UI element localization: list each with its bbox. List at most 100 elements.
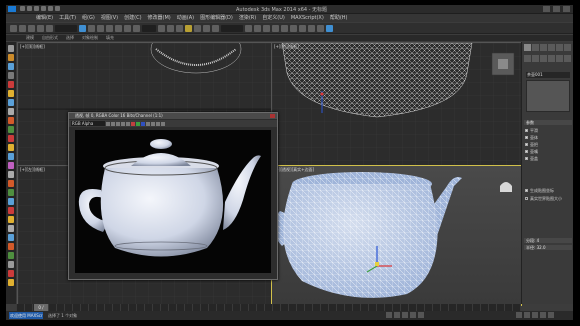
checkbox-handle[interactable]: 壶把 — [525, 142, 538, 147]
select-by-name-icon[interactable] — [88, 24, 95, 32]
menu-item-graph-editors[interactable]: 图形编辑器(D) — [200, 14, 233, 22]
tool-icon-21[interactable] — [8, 225, 14, 232]
open-file-icon[interactable] — [27, 6, 32, 11]
menu-item-edit[interactable]: 编辑(E) — [36, 14, 53, 22]
tool-icon-16[interactable] — [8, 180, 14, 187]
menu-item-create[interactable]: 创建(C) — [124, 14, 141, 22]
tool-icon-10[interactable] — [8, 126, 14, 133]
named-selection-icon[interactable] — [221, 24, 243, 32]
tool-icon-3[interactable] — [8, 63, 14, 70]
tool-icon-11[interactable] — [8, 135, 14, 142]
pivot-center-icon[interactable] — [158, 24, 165, 32]
tool-icon-6[interactable] — [8, 90, 14, 97]
ribbon-tab-selection[interactable]: 选择 — [66, 35, 74, 41]
spinner-snap-icon[interactable] — [212, 24, 219, 32]
display-correction-icon[interactable] — [161, 121, 165, 126]
segments-row[interactable]: 分段: 4 — [524, 238, 572, 243]
lights-icon[interactable] — [540, 55, 547, 62]
viewport-left-label[interactable]: [+][左][线框] — [20, 167, 45, 173]
tool-icon-19[interactable] — [8, 207, 14, 214]
save-image-icon[interactable] — [106, 121, 110, 126]
menu-item-animation[interactable]: 动画(A) — [177, 14, 194, 22]
curve-editor-icon[interactable] — [281, 24, 288, 32]
minimize-icon[interactable] — [543, 6, 550, 12]
schematic-view-icon[interactable] — [290, 24, 297, 32]
menu-item-modifiers[interactable]: 修改器(M) — [148, 14, 171, 22]
clone-window-icon[interactable] — [116, 121, 120, 126]
tool-icon-26[interactable] — [8, 270, 14, 277]
menu-item-views[interactable]: 视图(V) — [101, 14, 118, 22]
menu-item-help[interactable]: 帮助(H) — [330, 14, 348, 22]
layer-manager-icon[interactable] — [263, 24, 270, 32]
motion-tab-icon[interactable] — [548, 44, 555, 51]
radius-row[interactable]: 半径: 32.0 — [524, 245, 572, 250]
tool-icon-15[interactable] — [8, 171, 14, 178]
checkbox-body[interactable]: 壶体 — [525, 135, 538, 140]
shapes-icon[interactable] — [532, 55, 539, 62]
undo-tool-icon[interactable] — [10, 24, 17, 32]
app-logo-icon[interactable] — [8, 6, 16, 12]
checkbox-lid[interactable]: 壶盖 — [525, 156, 538, 161]
rectangular-selection-icon[interactable] — [97, 24, 104, 32]
rendered-frame-window-icon[interactable] — [317, 24, 324, 32]
tool-icon-8[interactable] — [8, 108, 14, 115]
percent-snap-icon[interactable] — [203, 24, 210, 32]
tool-icon-25[interactable] — [8, 261, 14, 268]
play-icon[interactable] — [402, 312, 408, 318]
prev-frame-icon[interactable] — [394, 312, 400, 318]
geometry-icon[interactable] — [524, 55, 531, 62]
params-rollout-header[interactable]: 参数 — [524, 120, 572, 125]
tool-icon-7[interactable] — [8, 99, 14, 106]
zoom-icon[interactable] — [516, 312, 522, 318]
window-crossing-icon[interactable] — [106, 24, 113, 32]
checkbox-smooth[interactable]: 平滑 — [525, 128, 538, 133]
viewport-perspective[interactable]: [+][透视][真实+边面] — [271, 165, 522, 306]
monochrome-icon[interactable] — [151, 121, 155, 126]
copy-image-icon[interactable] — [111, 121, 115, 126]
hierarchy-tab-icon[interactable] — [540, 44, 547, 51]
redo-icon[interactable] — [48, 6, 53, 11]
bind-space-warp-icon[interactable] — [46, 24, 53, 32]
checkbox-gen-mapping[interactable]: 生成贴图坐标 — [525, 188, 554, 193]
tool-icon-13[interactable] — [8, 153, 14, 160]
menu-item-group[interactable]: 组(G) — [82, 14, 95, 22]
clear-image-icon[interactable] — [126, 121, 130, 126]
display-tab-icon[interactable] — [556, 44, 563, 51]
menu-item-tools[interactable]: 工具(T) — [59, 14, 76, 22]
render-production-icon[interactable] — [326, 24, 333, 32]
select-object-icon[interactable] — [79, 24, 86, 32]
cameras-icon[interactable] — [548, 55, 555, 62]
ribbon-tab-object-paint[interactable]: 对象绘制 — [82, 35, 98, 41]
manipulate-icon[interactable] — [167, 24, 174, 32]
red-channel-icon[interactable] — [131, 121, 135, 126]
checkbox-real-world[interactable]: 真实世界贴图大小 — [525, 196, 562, 201]
tool-icon-12[interactable] — [8, 144, 14, 151]
align-icon[interactable] — [254, 24, 261, 32]
modify-tab-icon[interactable] — [532, 44, 539, 51]
tool-icon-23[interactable] — [8, 243, 14, 250]
save-file-icon[interactable] — [34, 6, 39, 11]
tool-icon-27[interactable] — [8, 279, 14, 286]
vfb-close-icon[interactable] — [270, 114, 275, 118]
select-scale-icon[interactable] — [133, 24, 140, 32]
create-tab-icon[interactable] — [524, 44, 531, 51]
utilities-tab-icon[interactable] — [564, 44, 571, 51]
select-move-icon[interactable] — [115, 24, 122, 32]
tool-icon-18[interactable] — [8, 198, 14, 205]
next-frame-icon[interactable] — [410, 312, 416, 318]
tool-icon-24[interactable] — [8, 252, 14, 259]
keyboard-shortcut-icon[interactable] — [176, 24, 183, 32]
alpha-channel-icon[interactable] — [146, 121, 150, 126]
zoom-all-icon[interactable] — [524, 312, 530, 318]
time-slider[interactable]: 0 / 100 — [34, 304, 48, 317]
tool-icon-20[interactable] — [8, 216, 14, 223]
maximize-viewport-icon[interactable] — [548, 312, 554, 318]
mirror-icon[interactable] — [245, 24, 252, 32]
graphite-toggle-icon[interactable] — [272, 24, 279, 32]
new-file-icon[interactable] — [20, 6, 25, 11]
goto-start-icon[interactable] — [386, 312, 392, 318]
viewport-persp-label[interactable]: [+][透视][真实+边面] — [274, 167, 314, 173]
close-window-icon[interactable] — [563, 6, 570, 12]
angle-snap-icon[interactable] — [194, 24, 201, 32]
pan-icon[interactable] — [532, 312, 538, 318]
